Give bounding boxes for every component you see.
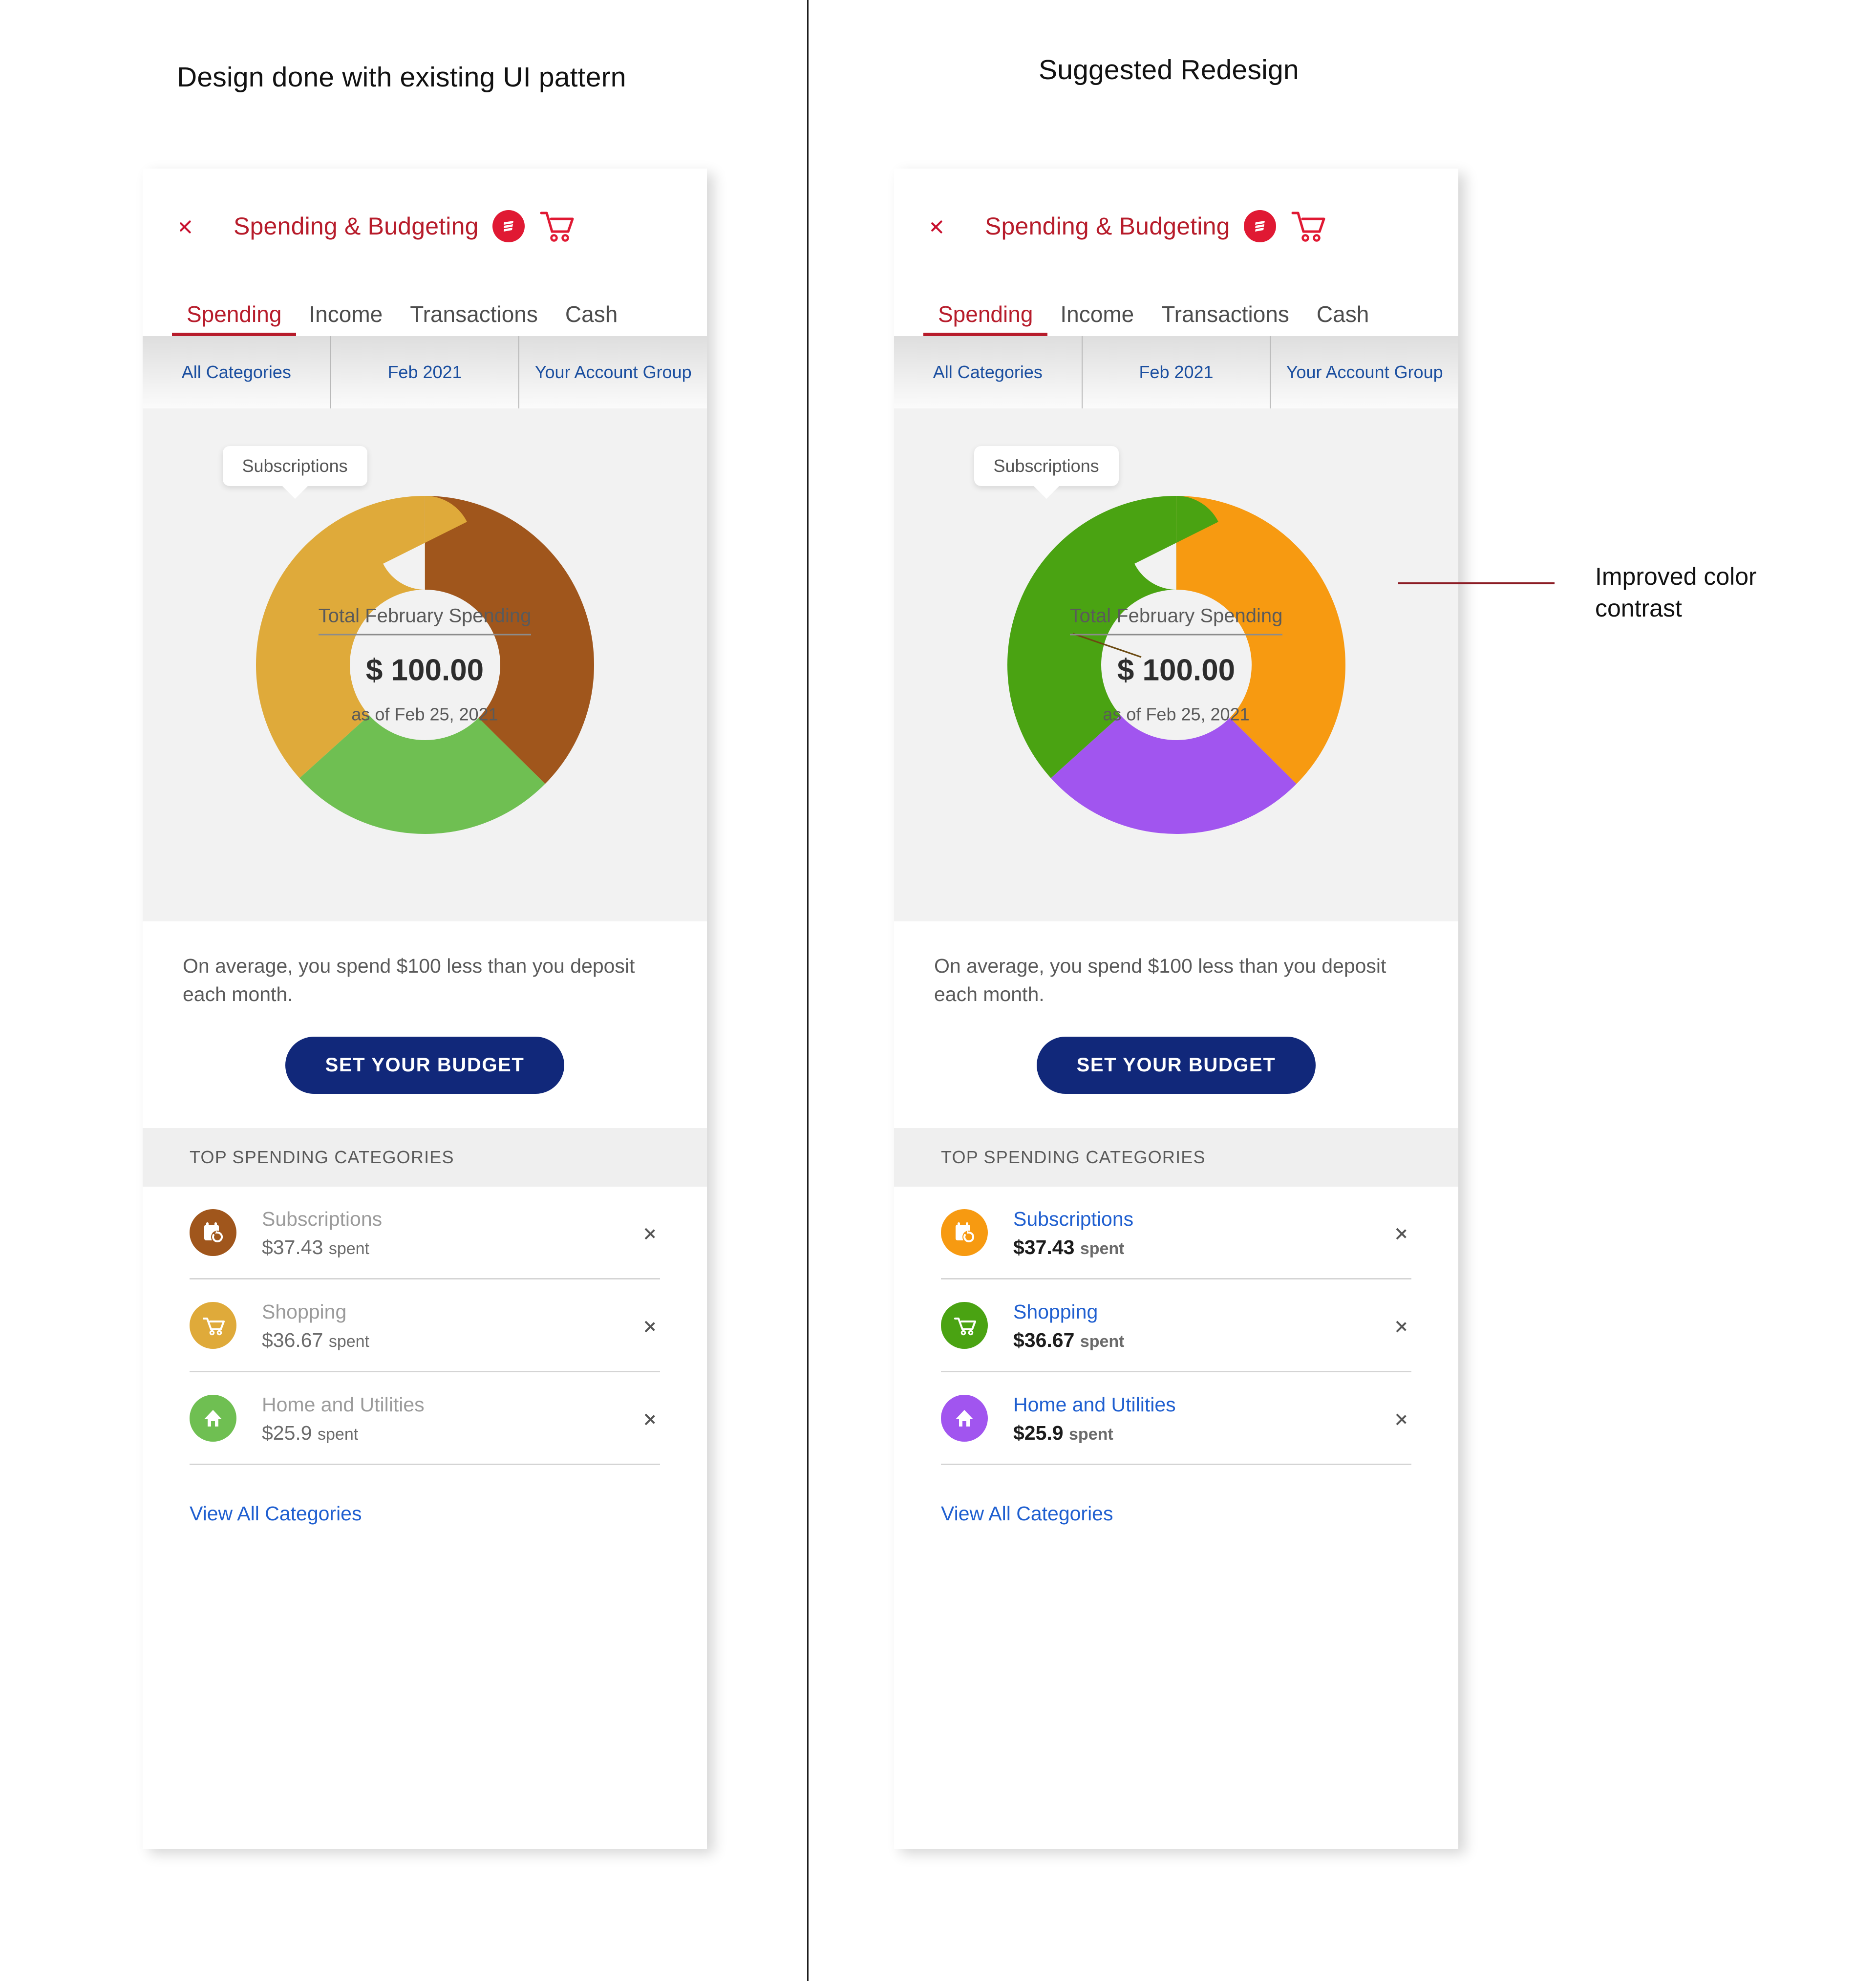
filter-account-group[interactable]: Your Account Group xyxy=(1271,336,1458,408)
shopping-cart-icon xyxy=(190,1301,236,1349)
donut-center-amount: $ 100.00 xyxy=(1117,653,1236,687)
annotation-label: Improved color contrast xyxy=(1595,563,1757,622)
app-title: Spending & Budgeting xyxy=(234,212,479,240)
tab-income[interactable]: Income xyxy=(1060,301,1134,336)
category-name: Shopping xyxy=(262,1300,347,1323)
chevron-right-icon[interactable] xyxy=(643,1315,656,1336)
phone-mockup-existing: Spending & Budgeting Spending Income Tra… xyxy=(143,169,707,1849)
chevron-right-icon[interactable] xyxy=(1395,1407,1407,1429)
donut-center-label: Total February Spending xyxy=(318,605,532,636)
category-amount-suffix: spent xyxy=(318,1425,359,1444)
category-name[interactable]: Subscriptions xyxy=(1013,1206,1395,1232)
brand-badge-icon[interactable] xyxy=(492,210,525,242)
shopping-cart-icon[interactable] xyxy=(1291,210,1327,242)
category-name: Home and Utilities xyxy=(262,1393,425,1416)
top-spending-header: TOP SPENDING CATEGORIES xyxy=(894,1128,1458,1187)
home-icon xyxy=(190,1394,236,1442)
donut-chart-existing: Subscriptions Total February Spending $ … xyxy=(143,408,707,921)
set-your-budget-button[interactable]: SET YOUR BUDGET xyxy=(285,1037,565,1094)
summary-text: On average, you spend $100 less than you… xyxy=(183,955,635,1006)
category-amount: $25.9 xyxy=(262,1421,312,1444)
comparison-canvas: Design done with existing UI pattern Sug… xyxy=(0,0,1876,1981)
category-list: Subscriptions $37.43 spent Shopping $36.… xyxy=(894,1187,1458,1466)
category-name[interactable]: Home and Utilities xyxy=(1013,1392,1395,1417)
brand-badge-icon[interactable] xyxy=(1243,210,1276,242)
category-amount-suffix: spent xyxy=(1080,1239,1125,1258)
tab-bar: Spending Income Transactions Cash xyxy=(894,283,1458,336)
list-item[interactable]: Shopping $36.67 spent xyxy=(941,1279,1411,1373)
tab-spending[interactable]: Spending xyxy=(923,301,1048,336)
category-name[interactable]: Shopping xyxy=(1013,1299,1395,1324)
category-amount: $37.43 xyxy=(1013,1235,1075,1258)
filter-month[interactable]: Feb 2021 xyxy=(331,336,520,408)
donut-center-asof: as of Feb 25, 2021 xyxy=(351,704,498,724)
donut-center-asof: as of Feb 25, 2021 xyxy=(1103,704,1250,724)
phone-mockup-redesign: Spending & Budgeting Spending Income Tra… xyxy=(894,169,1458,1849)
category-amount-suffix: spent xyxy=(1069,1425,1113,1444)
back-icon[interactable] xyxy=(187,212,203,240)
subscriptions-icon xyxy=(190,1209,236,1256)
list-item[interactable]: Subscriptions $37.43 spent xyxy=(941,1187,1411,1280)
app-title: Spending & Budgeting xyxy=(985,212,1230,240)
list-item[interactable]: Home and Utilities $25.9 spent xyxy=(190,1372,660,1466)
chart-tooltip: Subscriptions xyxy=(222,446,367,486)
filter-all-categories[interactable]: All Categories xyxy=(143,336,331,408)
subscriptions-icon xyxy=(941,1209,988,1256)
filter-all-categories[interactable]: All Categories xyxy=(894,336,1083,408)
tab-bar: Spending Income Transactions Cash xyxy=(143,283,707,336)
panel-divider xyxy=(807,0,809,1981)
chevron-right-icon[interactable] xyxy=(1395,1315,1407,1336)
tab-spending[interactable]: Spending xyxy=(171,301,297,336)
filter-month[interactable]: Feb 2021 xyxy=(1083,336,1271,408)
donut-center-summary: Total February Spending $ 100.00 as of F… xyxy=(1049,605,1303,725)
category-name: Subscriptions xyxy=(262,1208,383,1231)
tab-cash[interactable]: Cash xyxy=(1317,301,1369,336)
filter-account-group[interactable]: Your Account Group xyxy=(519,336,707,408)
category-amount: $37.43 xyxy=(262,1235,323,1258)
left-panel-caption: Design done with existing UI pattern xyxy=(177,62,626,93)
category-amount-suffix: spent xyxy=(328,1332,369,1351)
chart-tooltip: Subscriptions xyxy=(974,446,1119,486)
chevron-right-icon[interactable] xyxy=(643,1222,656,1243)
view-all-categories-link[interactable]: View All Categories xyxy=(894,1465,1458,1525)
donut-center-summary: Total February Spending $ 100.00 as of F… xyxy=(298,605,552,725)
tab-cash[interactable]: Cash xyxy=(565,301,618,336)
view-all-categories-link[interactable]: View All Categories xyxy=(143,1465,707,1525)
category-list: Subscriptions $37.43 spent Shopping $36.… xyxy=(143,1187,707,1466)
tab-income[interactable]: Income xyxy=(309,301,383,336)
tab-transactions[interactable]: Transactions xyxy=(410,301,538,336)
summary-text: On average, you spend $100 less than you… xyxy=(934,955,1386,1006)
tab-transactions[interactable]: Transactions xyxy=(1161,301,1289,336)
set-your-budget-button[interactable]: SET YOUR BUDGET xyxy=(1036,1037,1316,1094)
shopping-cart-icon[interactable] xyxy=(539,210,576,242)
summary-block: On average, you spend $100 less than you… xyxy=(894,921,1458,1009)
list-item[interactable]: Home and Utilities $25.9 spent xyxy=(941,1372,1411,1466)
filter-bar: All Categories Feb 2021 Your Account Gro… xyxy=(894,336,1458,408)
chevron-right-icon[interactable] xyxy=(643,1407,656,1429)
category-amount: $36.67 xyxy=(1013,1328,1075,1351)
home-icon xyxy=(941,1394,988,1442)
donut-center-amount: $ 100.00 xyxy=(365,653,484,687)
annotation-leader-line xyxy=(1398,582,1555,584)
list-item[interactable]: Subscriptions $37.43 spent xyxy=(190,1187,660,1280)
donut-chart-redesign: Subscriptions Total February Spending $ … xyxy=(894,408,1458,921)
donut-center-label: Total February Spending xyxy=(1069,605,1283,636)
category-amount-suffix: spent xyxy=(1080,1332,1125,1351)
top-spending-header: TOP SPENDING CATEGORIES xyxy=(143,1128,707,1187)
filter-bar: All Categories Feb 2021 Your Account Gro… xyxy=(143,336,707,408)
category-amount-suffix: spent xyxy=(328,1239,369,1258)
summary-block: On average, you spend $100 less than you… xyxy=(143,921,707,1009)
app-bar: Spending & Budgeting xyxy=(143,169,707,283)
app-bar: Spending & Budgeting xyxy=(894,169,1458,283)
list-item[interactable]: Shopping $36.67 spent xyxy=(190,1279,660,1373)
category-amount: $25.9 xyxy=(1013,1421,1064,1444)
shopping-cart-icon xyxy=(941,1301,988,1349)
category-amount: $36.67 xyxy=(262,1328,323,1351)
right-panel-caption: Suggested Redesign xyxy=(1039,54,1299,85)
chevron-right-icon[interactable] xyxy=(1395,1222,1407,1243)
back-icon[interactable] xyxy=(938,212,955,240)
